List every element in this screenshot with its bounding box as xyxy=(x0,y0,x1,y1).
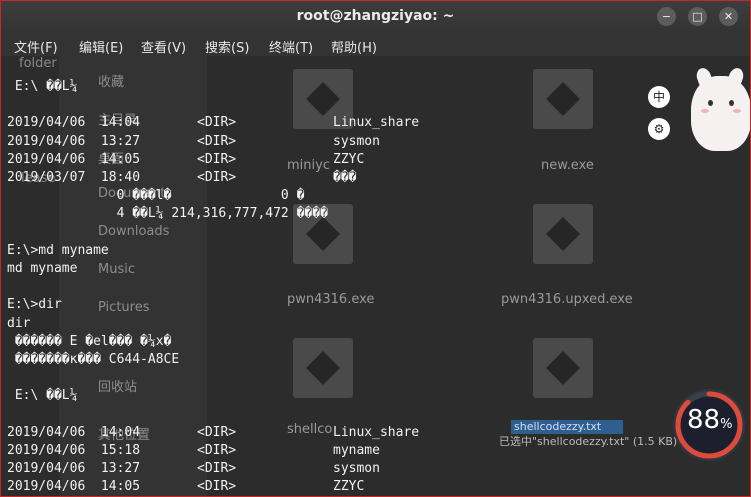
terminal-line: ������ E �el��� �¼x� xyxy=(7,333,172,349)
dir-date: 2019/04/06 14:04 xyxy=(7,115,141,131)
dir-name: sysmon xyxy=(333,461,380,477)
mascot-eye xyxy=(729,100,734,106)
mascot-image xyxy=(691,66,750,151)
dir-type: <DIR> xyxy=(197,424,237,440)
menu-search[interactable]: 搜索(S) xyxy=(205,37,249,56)
dir-date: 2019/04/06 14:05 xyxy=(7,151,141,167)
dir-name: ZZYC xyxy=(333,479,365,495)
title-bar[interactable]: root@zhangziyao: ~ − □ ✕ xyxy=(1,1,750,33)
dir-date: 2019/03/07 18:40 xyxy=(7,170,141,185)
menu-file[interactable]: 文件(F) xyxy=(14,37,58,56)
dir-type: <DIR> xyxy=(197,170,237,185)
terminal-output: E:\ ��L¼ 2019/04/06 14:04 <DIR> Linux_share… xyxy=(1,56,750,496)
mascot-blush xyxy=(701,109,709,113)
minimize-button[interactable]: − xyxy=(657,7,676,26)
menu-help[interactable]: 帮助(H) xyxy=(331,37,377,56)
dir-name: ��� xyxy=(333,170,357,185)
terminal-area[interactable]: folder 收藏 主目录 桌面 Documents Downloads Mus… xyxy=(1,56,750,496)
menu-view[interactable]: 查看(V) xyxy=(141,37,186,56)
dir-date: 2019/04/06 14:05 xyxy=(7,479,141,495)
dir-date: 2019/04/06 13:27 xyxy=(7,133,141,149)
cpu-usage-value: 88% xyxy=(687,405,732,435)
terminal-line: E:\>dir xyxy=(7,297,62,313)
dir-name: myname xyxy=(333,443,380,458)
terminal-line: 4 ��L¼ 214,316,777,472 ���� xyxy=(7,206,328,222)
terminal-line: �������к��� C644-A8CE xyxy=(7,352,180,367)
gear-icon[interactable]: ⚙ xyxy=(648,118,670,140)
maximize-button[interactable]: □ xyxy=(688,7,707,26)
menu-bar: 文件(F) 编辑(E) 查看(V) 搜索(S) 终端(T) 帮助(H) xyxy=(1,33,750,56)
dir-name: Linux_share xyxy=(333,115,420,131)
dir-date: 2019/04/06 15:18 xyxy=(7,443,141,458)
dir-type: <DIR> xyxy=(197,479,237,495)
dir-date: 2019/04/06 13:27 xyxy=(7,461,141,477)
terminal-line: E:\>md myname xyxy=(7,242,109,258)
dir-type: <DIR> xyxy=(197,461,237,477)
dir-date: 2019/04/06 14:04 xyxy=(7,424,141,440)
mascot-eye xyxy=(708,100,713,106)
terminal-line: E:\ ��L¼ xyxy=(7,79,78,94)
close-button[interactable]: ✕ xyxy=(719,7,738,26)
terminal-line: 0 ���l� 0 � xyxy=(7,188,305,204)
dir-name: sysmon xyxy=(333,133,380,149)
terminal-line: E:\ ��L¼ xyxy=(7,388,78,404)
terminal-line: dir xyxy=(7,315,31,331)
cpu-usage-widget[interactable]: 88% xyxy=(673,389,745,461)
cpu-percent: 88 xyxy=(687,405,721,435)
mascot-blush xyxy=(733,109,741,113)
dir-type: <DIR> xyxy=(197,133,237,149)
terminal-line: md myname xyxy=(7,261,78,276)
dir-name: Linux_share xyxy=(333,424,420,440)
window-title: root@zhangziyao: ~ xyxy=(296,8,455,24)
cpu-unit: % xyxy=(720,417,733,432)
ime-language-button[interactable]: 中 xyxy=(648,86,670,108)
dir-type: <DIR> xyxy=(197,443,237,458)
menu-edit[interactable]: 编辑(E) xyxy=(79,37,123,56)
terminal-window: root@zhangziyao: ~ − □ ✕ 文件(F) 编辑(E) 查看(… xyxy=(0,0,751,497)
dir-type: <DIR> xyxy=(197,115,237,131)
dir-type: <DIR> xyxy=(197,151,237,167)
dir-name: ZZYC xyxy=(333,151,365,167)
menu-terminal[interactable]: 终端(T) xyxy=(269,37,313,56)
